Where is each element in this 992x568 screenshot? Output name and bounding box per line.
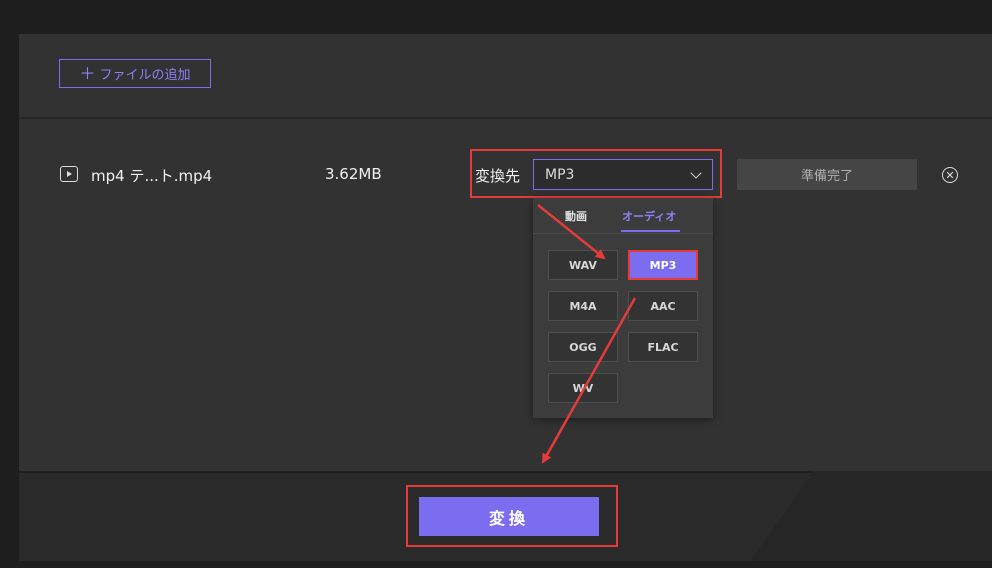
chevron-down-icon [690,167,702,179]
video-play-icon [60,166,78,182]
add-file-label: ファイルの追加 [99,68,191,83]
format-dropdown: 動画 オーディオ WAV MP3 M4A AAC OGG FLAC WV [533,198,713,418]
output-format-select[interactable]: MP3 [533,159,713,190]
file-name: mp4 テ...ト.mp4 [91,167,213,185]
format-option-wav[interactable]: WAV [548,250,618,280]
format-option-mp3[interactable]: MP3 [628,250,698,280]
format-option-aac[interactable]: AAC [628,291,698,321]
plus-icon: ＋ [79,63,96,83]
close-circle-icon[interactable]: ✕ [942,167,958,183]
selected-format-value: MP3 [545,166,575,183]
convert-button[interactable]: 変換 [419,497,599,536]
target-format-label: 変換先 [475,167,521,185]
bottom-decoration [750,471,992,561]
format-option-ogg[interactable]: OGG [548,332,618,362]
active-tab-indicator [621,230,680,232]
toolbar-divider [19,117,992,119]
add-file-button[interactable]: ＋ ファイルの追加 [59,59,211,88]
file-size: 3.62MB [325,165,382,183]
format-option-wv[interactable]: WV [548,373,618,403]
tab-video[interactable]: 動画 [565,208,587,224]
format-option-flac[interactable]: FLAC [628,332,698,362]
dropdown-divider [533,233,713,234]
format-option-m4a[interactable]: M4A [548,291,618,321]
status-button[interactable]: 準備完了 [737,159,917,190]
tab-audio[interactable]: オーディオ [622,208,676,224]
